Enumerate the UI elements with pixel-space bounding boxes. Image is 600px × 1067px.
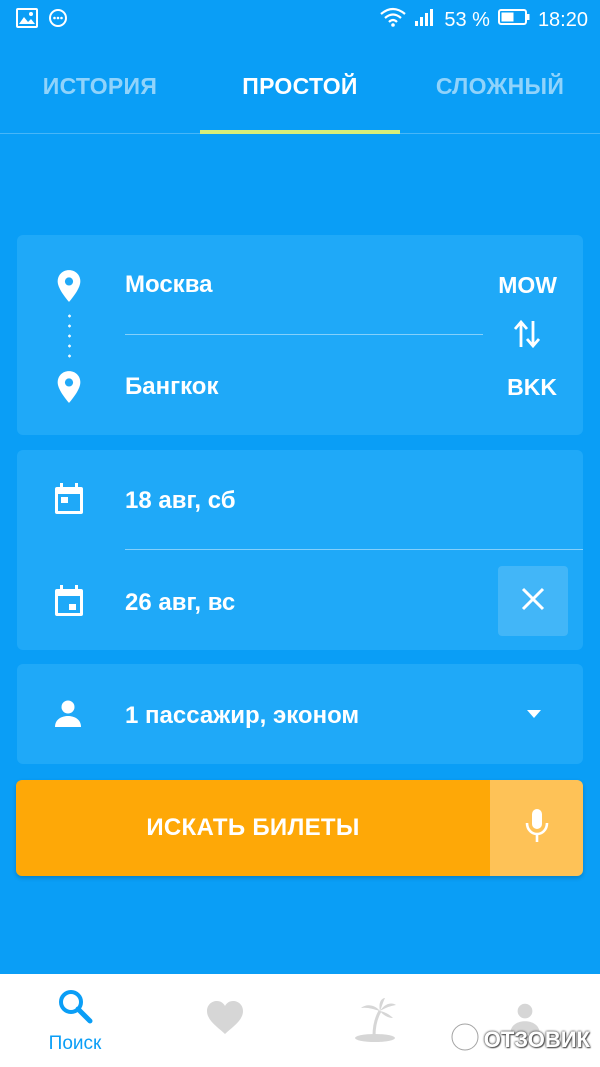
tab-history[interactable]: ИСТОРИЯ	[0, 40, 200, 133]
search-bar: ИСКАТЬ БИЛЕТЫ	[16, 780, 583, 876]
nav-travel[interactable]	[300, 974, 450, 1067]
wifi-icon	[380, 7, 407, 33]
destination-code: BKK	[507, 374, 557, 400]
palm-island-icon	[352, 998, 398, 1047]
tab-complex[interactable]: СЛОЖНЫЙ	[400, 40, 600, 133]
heart-icon	[205, 1000, 245, 1041]
tab-simple[interactable]: ПРОСТОЙ	[200, 40, 400, 134]
close-icon	[520, 586, 546, 617]
calendar-return-icon	[53, 584, 85, 618]
status-bar: 53 % 18:20	[0, 0, 600, 40]
return-date[interactable]: 26 авг, вс	[125, 589, 235, 617]
nav-search-label: Поиск	[48, 1033, 102, 1054]
nav-favorites[interactable]	[150, 974, 300, 1067]
origin-code: MOW	[498, 272, 557, 298]
watermark: ОТЗОВИК	[450, 1022, 590, 1058]
calendar-depart-icon	[53, 482, 85, 516]
search-tickets-button[interactable]: ИСКАТЬ БИЛЕТЫ	[16, 780, 490, 876]
route-divider	[125, 334, 483, 335]
battery-percent: 53 %	[444, 8, 490, 31]
watermark-logo-icon	[450, 1022, 480, 1058]
dates-card: 18 авг, сб 26 авг, вс	[17, 450, 583, 650]
gallery-icon	[16, 7, 38, 33]
microphone-icon	[524, 808, 550, 849]
route-dots	[68, 311, 71, 359]
clock: 18:20	[537, 8, 588, 31]
swap-icon[interactable]	[512, 317, 542, 351]
signal-icon	[414, 7, 436, 33]
origin-city[interactable]: Москва	[125, 271, 212, 299]
depart-date[interactable]: 18 авг, сб	[125, 487, 236, 515]
destination-city[interactable]: Бангкок	[125, 373, 218, 401]
passengers-card[interactable]: 1 пассажир, эконом	[17, 664, 583, 764]
battery-icon	[497, 8, 530, 32]
message-icon	[48, 8, 68, 33]
person-icon	[53, 699, 83, 729]
destination-pin-icon	[55, 370, 83, 404]
nav-search[interactable]: Поиск	[0, 974, 150, 1067]
route-card: Москва MOW Бангкок BKK	[17, 235, 583, 435]
watermark-text: ОТЗОВИК	[483, 1027, 590, 1052]
dates-divider	[125, 549, 583, 550]
clear-return-date-button[interactable]	[498, 566, 568, 636]
search-icon	[57, 988, 93, 1029]
tab-bar: ИСТОРИЯ ПРОСТОЙ СЛОЖНЫЙ	[0, 40, 600, 134]
dropdown-arrow-icon[interactable]	[527, 710, 541, 718]
origin-pin-icon	[55, 269, 83, 303]
passengers-label: 1 пассажир, эконом	[125, 702, 360, 729]
voice-search-button[interactable]	[490, 780, 583, 876]
